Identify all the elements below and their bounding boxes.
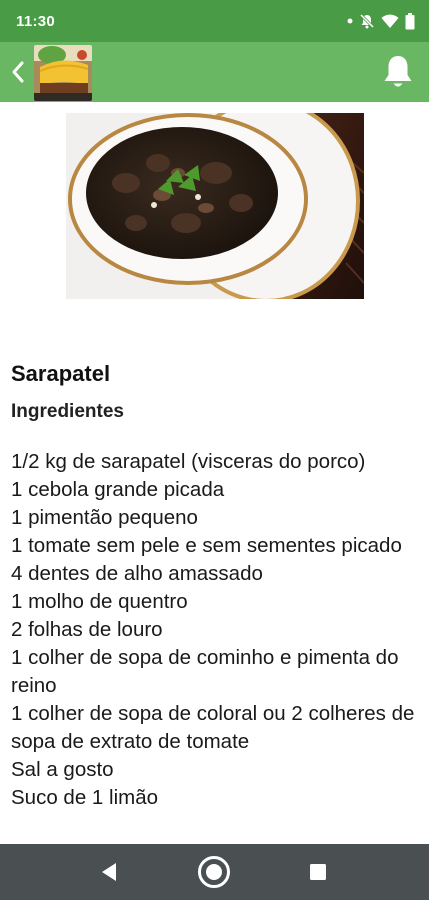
ingredients-list: 1/2 kg de sarapatel (visceras do porco) … <box>11 448 421 812</box>
sarapatel-dish-photo <box>66 113 364 299</box>
ingredients-heading: Ingredientes <box>11 401 124 422</box>
ingredient-item: 1 molho de quentro <box>11 590 188 613</box>
back-triangle-icon <box>102 863 116 881</box>
battery-icon <box>405 12 415 30</box>
status-icons <box>347 12 415 30</box>
system-nav-bar <box>0 844 429 900</box>
recipe-thumbnail[interactable] <box>34 45 92 101</box>
ingredient-item: 1 colher de sopa de coloral ou 2 colhere… <box>11 702 415 753</box>
ingredient-item: 1/2 kg de sarapatel (visceras do porco) <box>11 450 366 473</box>
ingredient-item: 1 tomate sem pele e sem sementes picado <box>11 534 402 557</box>
recipe-content: Sarapatel Ingredientes 1/2 kg de sarapat… <box>0 102 429 844</box>
status-bar: 11:30 <box>0 0 429 42</box>
wifi-icon <box>381 13 399 29</box>
recipe-title: Sarapatel <box>11 361 111 386</box>
ingredient-item: 1 cebola grande picada <box>11 478 225 501</box>
back-button[interactable] <box>6 56 30 88</box>
nav-home-button[interactable] <box>196 854 232 890</box>
ingredient-item: 1 colher de sopa de cominho e pimenta do… <box>11 646 399 697</box>
nav-recents-button[interactable] <box>300 854 336 890</box>
ingredient-item: 1 pimentão pequeno <box>11 506 198 529</box>
ingredient-item: 4 dentes de alho amassado <box>11 562 263 585</box>
bell-icon <box>384 56 412 87</box>
ingredient-item: Suco de 1 limão <box>11 786 159 809</box>
dot-icon <box>347 18 353 24</box>
home-circle-icon <box>198 856 230 888</box>
status-time: 11:30 <box>16 12 56 30</box>
recents-square-icon <box>310 864 326 880</box>
ingredient-item: Sal a gosto <box>11 758 114 781</box>
ingredient-item: 2 folhas de louro <box>11 618 163 641</box>
nav-back-button[interactable] <box>91 854 127 890</box>
app-bar <box>0 42 429 102</box>
mute-icon <box>359 13 375 29</box>
notification-button[interactable] <box>379 52 417 92</box>
chevron-left-icon <box>12 61 24 83</box>
